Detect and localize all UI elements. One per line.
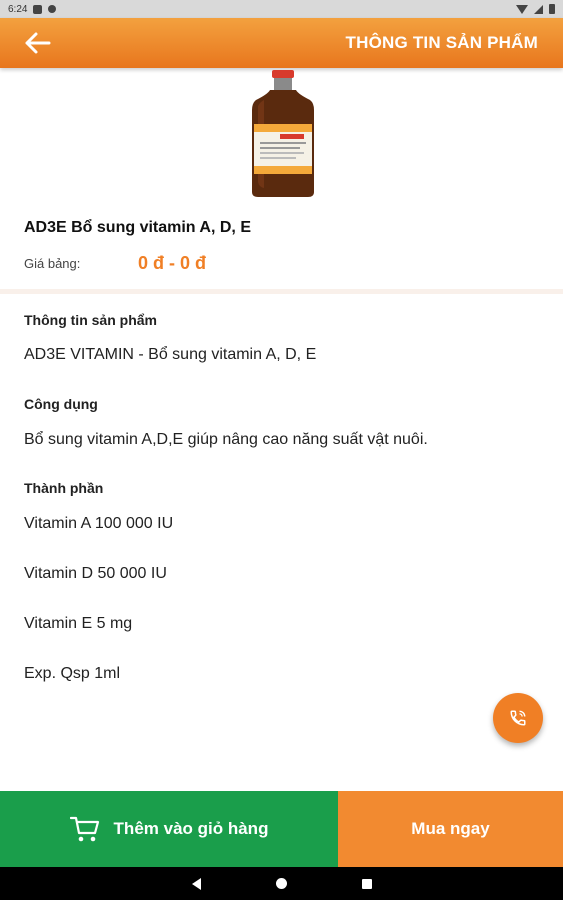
product-info-text: AD3E VITAMIN - Bổ sung vitamin A, D, E bbox=[24, 346, 317, 363]
status-bar-left: 6:24 bbox=[8, 3, 57, 15]
back-button[interactable] bbox=[20, 26, 54, 60]
bottom-action-bar: Thêm vào giỏ hàng Mua ngay bbox=[0, 791, 563, 867]
ingredients-heading: Thành phần bbox=[24, 480, 104, 496]
product-info-heading: Thông tin sản phẩm bbox=[24, 312, 157, 328]
nav-home-icon[interactable] bbox=[275, 878, 287, 889]
signal-icon bbox=[534, 4, 543, 14]
app-bar: THÔNG TIN SẢN PHẨM bbox=[0, 18, 563, 68]
nav-recents-icon[interactable] bbox=[361, 878, 372, 889]
usage-heading: Công dụng bbox=[24, 396, 98, 412]
ingredient-item: Vitamin D 50 000 IU bbox=[24, 565, 167, 582]
usage-text: Bổ sung vitamin A,D,E giúp nâng cao năng… bbox=[24, 431, 428, 448]
ingredient-item: Exp. Qsp 1ml bbox=[24, 665, 121, 682]
section-divider bbox=[0, 289, 563, 294]
status-bar: 6:24 bbox=[0, 0, 563, 18]
phone-icon bbox=[510, 710, 526, 726]
arrow-left-icon bbox=[25, 32, 51, 54]
call-button[interactable] bbox=[493, 693, 543, 743]
battery-icon bbox=[549, 4, 555, 14]
notification-icon bbox=[33, 4, 43, 14]
nav-back-icon[interactable] bbox=[191, 877, 201, 890]
wifi-icon bbox=[516, 4, 528, 14]
sync-icon bbox=[48, 5, 57, 13]
price-label: Giá bảng: bbox=[24, 256, 81, 271]
add-to-cart-button[interactable]: Thêm vào giỏ hàng bbox=[0, 791, 338, 867]
cart-icon bbox=[69, 816, 99, 842]
ingredient-item: Vitamin A 100 000 IU bbox=[24, 515, 174, 532]
add-to-cart-label: Thêm vào giỏ hàng bbox=[113, 819, 269, 838]
buy-now-button[interactable]: Mua ngay bbox=[338, 791, 563, 867]
price-value: 0 đ - 0 đ bbox=[138, 253, 207, 273]
status-bar-right bbox=[516, 4, 555, 14]
buy-now-label: Mua ngay bbox=[411, 819, 490, 838]
page-title: THÔNG TIN SẢN PHẨM bbox=[345, 33, 538, 52]
ingredient-item: Vitamin E 5 mg bbox=[24, 615, 133, 632]
product-image bbox=[252, 70, 314, 197]
status-time: 6:24 bbox=[8, 3, 28, 15]
product-name: AD3E Bổ sung vitamin A, D, E bbox=[24, 219, 251, 236]
system-navigation-bar bbox=[0, 867, 563, 900]
